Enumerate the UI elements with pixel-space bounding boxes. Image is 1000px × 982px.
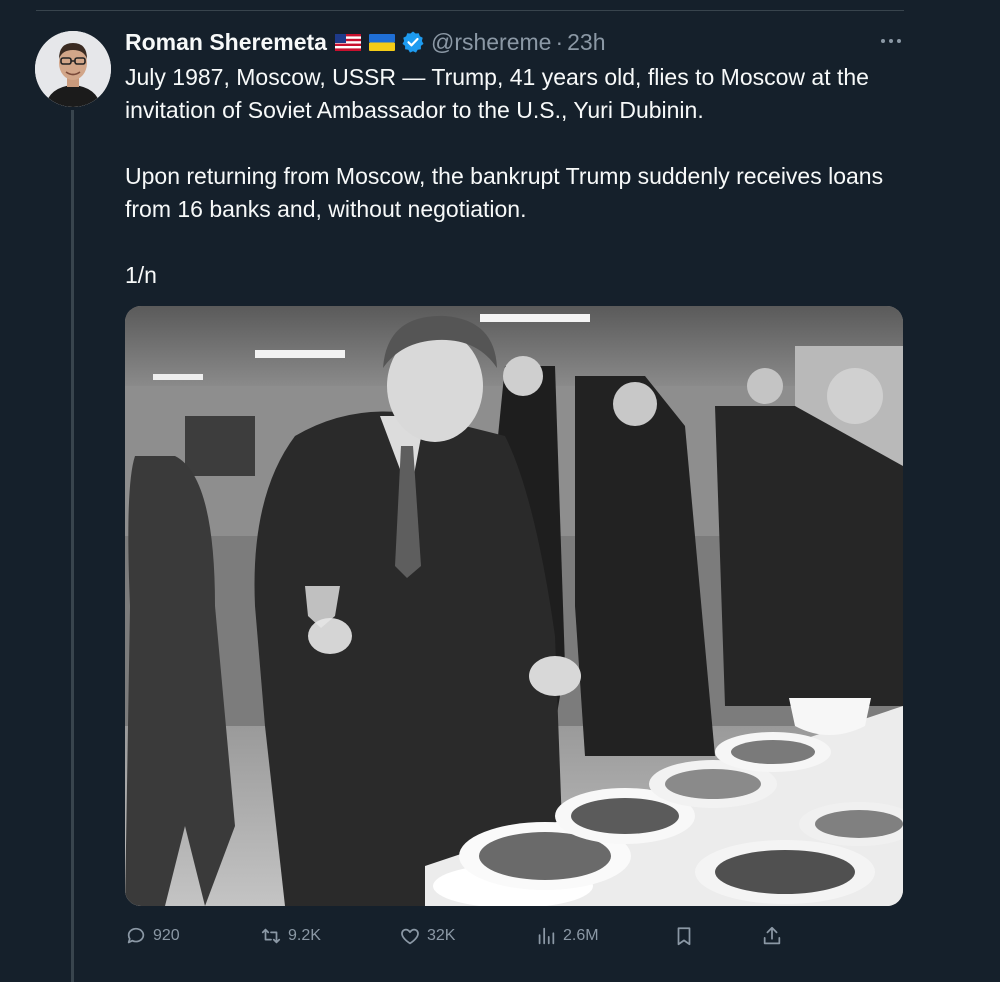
thread-line — [71, 110, 74, 982]
share-button[interactable] — [761, 920, 783, 952]
reply-button[interactable]: 920 — [125, 920, 180, 952]
more-options-icon[interactable] — [876, 28, 906, 52]
tweet-paragraph-2: Upon returning from Moscow, the bankrupt… — [125, 163, 884, 222]
timestamp[interactable]: 23h — [567, 29, 605, 56]
avatar[interactable] — [35, 31, 111, 107]
analytics-icon — [538, 927, 555, 945]
separator: · — [555, 28, 564, 55]
share-icon — [763, 926, 781, 945]
us-flag-icon — [334, 33, 361, 51]
tweet-text: July 1987, Moscow, USSR — Trump, 41 year… — [125, 61, 915, 292]
top-divider — [36, 10, 904, 11]
retweet-icon — [261, 928, 281, 944]
reply-count: 920 — [153, 927, 180, 944]
reply-icon — [127, 927, 145, 944]
like-button[interactable]: 32K — [399, 920, 455, 952]
views-button[interactable]: 2.6M — [535, 920, 599, 952]
author-handle[interactable]: @rshereme — [431, 29, 552, 56]
tweet-paragraph-1: July 1987, Moscow, USSR — Trump, 41 year… — [125, 64, 869, 123]
ukraine-flag-icon — [368, 33, 395, 51]
reception-photo — [125, 306, 903, 906]
avatar-photo — [35, 31, 111, 107]
like-count: 32K — [427, 927, 456, 944]
heart-icon — [401, 928, 419, 945]
retweet-button[interactable]: 9.2K — [260, 920, 321, 952]
tweet-header: Roman Sheremeta @rshereme · 23h — [125, 27, 606, 57]
verified-badge-icon[interactable] — [401, 30, 425, 54]
retweet-count: 9.2K — [288, 927, 321, 944]
views-count: 2.6M — [563, 927, 599, 944]
bookmark-icon — [677, 927, 691, 946]
author-name[interactable]: Roman Sheremeta — [125, 29, 327, 56]
action-bar: 920 9.2K 32K 2.6M — [125, 920, 785, 952]
bookmark-button[interactable] — [673, 920, 695, 952]
tweet-photo[interactable] — [125, 306, 903, 906]
tweet-paragraph-3: 1/n — [125, 262, 157, 288]
